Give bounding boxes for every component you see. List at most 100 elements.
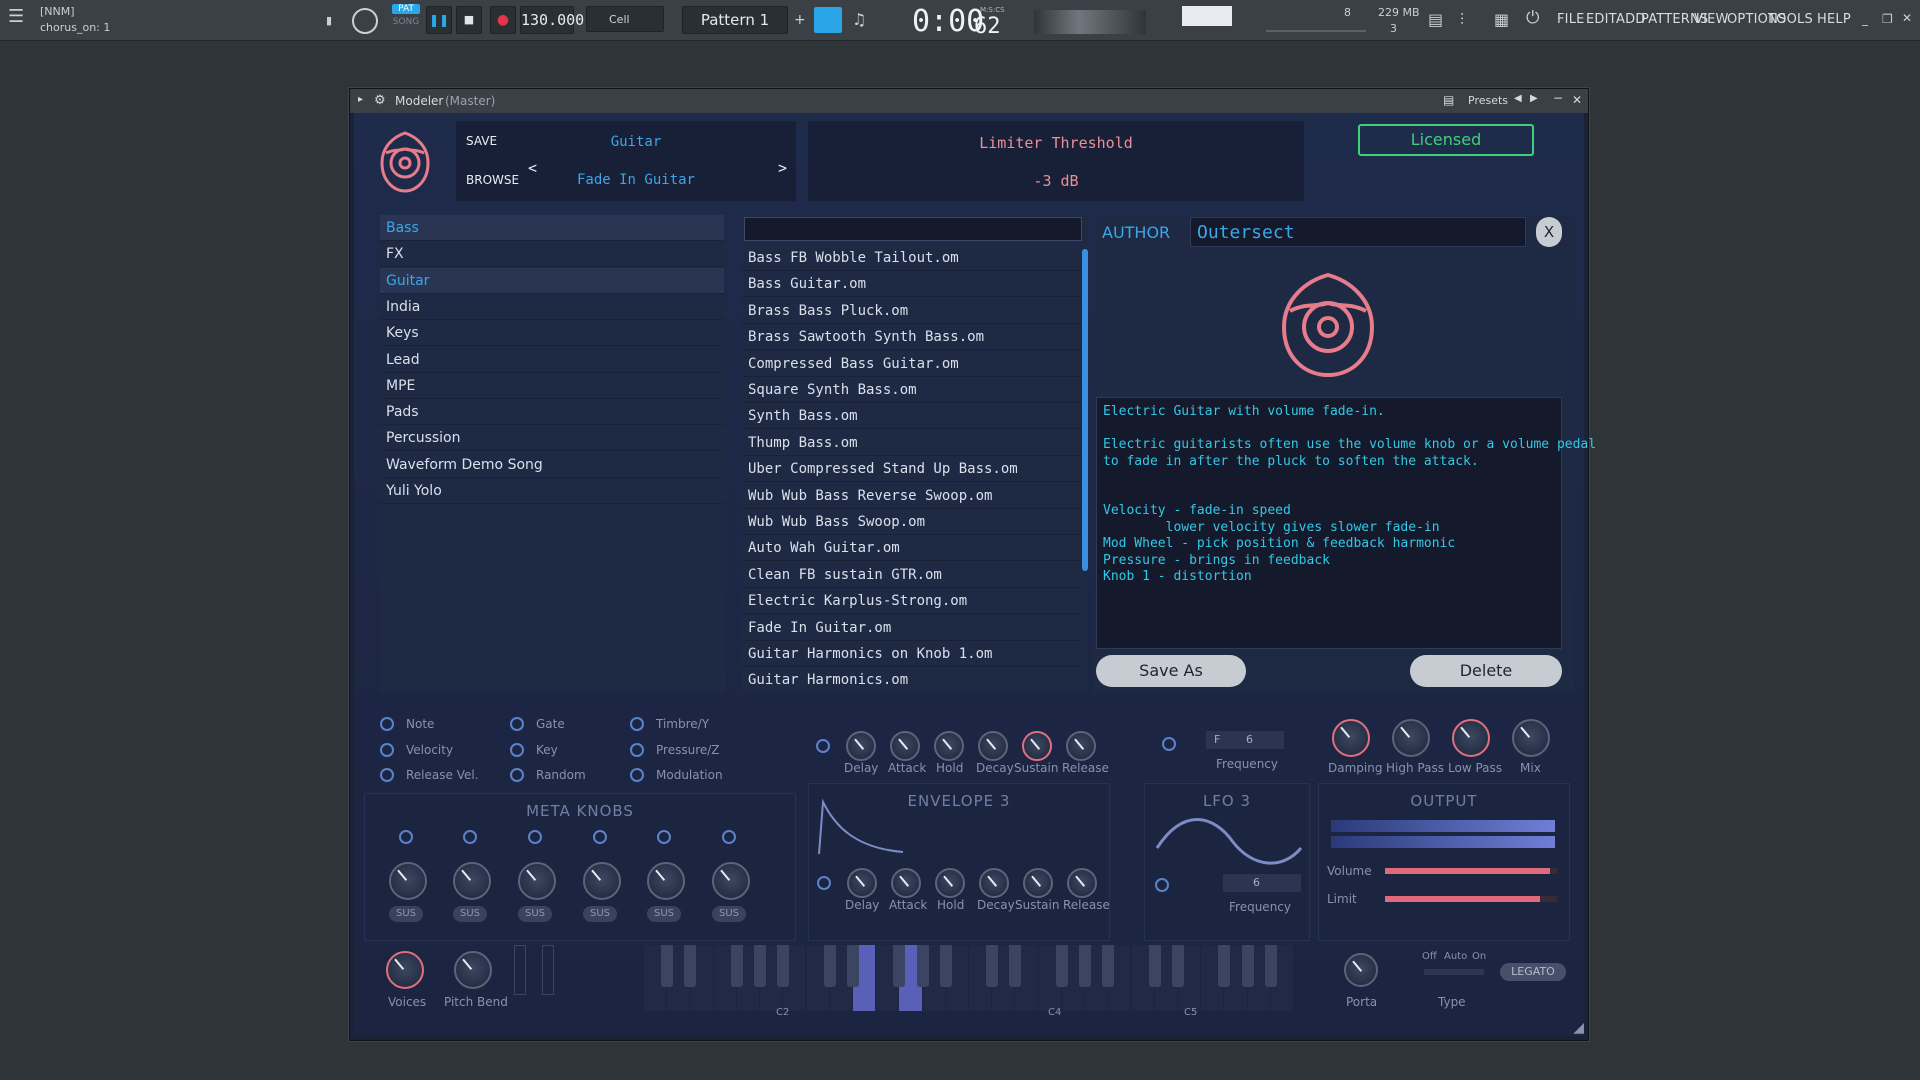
sus-button[interactable]: SUS: [583, 906, 617, 922]
env-release-knob[interactable]: [1066, 731, 1096, 761]
low-pass-knob[interactable]: [1452, 719, 1490, 757]
file-item[interactable]: Compressed Bass Guitar.om: [742, 351, 1082, 377]
file-item[interactable]: Square Synth Bass.om: [742, 377, 1082, 403]
pause-button[interactable]: ❚❚: [426, 6, 452, 34]
pitch-bend-knob[interactable]: [454, 951, 492, 989]
loop-icon[interactable]: [352, 8, 378, 34]
env-decay-knob[interactable]: [978, 731, 1008, 761]
power-icon[interactable]: ⏻: [1526, 8, 1539, 28]
playlist-icon[interactable]: ▤: [1428, 10, 1443, 29]
velocity-port[interactable]: [380, 743, 394, 757]
metronome-icon[interactable]: ▮: [326, 14, 332, 27]
pitch-wheel[interactable]: [514, 945, 526, 995]
black-key[interactable]: [684, 945, 697, 987]
limit-slider[interactable]: [1385, 896, 1557, 902]
menu-help[interactable]: HELP: [1817, 12, 1851, 27]
gate-port[interactable]: [510, 717, 524, 731]
lfo-2-rate[interactable]: F6: [1206, 731, 1284, 749]
black-key[interactable]: [893, 945, 906, 987]
black-key[interactable]: [823, 945, 836, 987]
black-key[interactable]: [1171, 945, 1184, 987]
black-key[interactable]: [1102, 945, 1115, 987]
category-item[interactable]: Yuli Yolo: [380, 478, 724, 504]
category-item[interactable]: India: [380, 294, 724, 320]
black-key[interactable]: [1055, 945, 1068, 987]
timbre-port[interactable]: [630, 717, 644, 731]
env-delay-knob[interactable]: [846, 731, 876, 761]
category-item[interactable]: Waveform Demo Song: [380, 452, 724, 478]
view-mode-icon[interactable]: [814, 7, 842, 33]
category-item[interactable]: Keys: [380, 320, 724, 347]
black-key[interactable]: [661, 945, 674, 987]
black-key[interactable]: [916, 945, 929, 987]
file-item[interactable]: Bass Guitar.om: [742, 271, 1082, 298]
high-pass-knob[interactable]: [1392, 719, 1430, 757]
file-item[interactable]: Clean FB sustain GTR.om: [742, 562, 1082, 588]
category-item[interactable]: Bass: [380, 215, 724, 241]
snap-select[interactable]: Cell: [586, 6, 664, 32]
preset-description[interactable]: Electric Guitar with volume fade-in. Elec…: [1096, 397, 1596, 649]
meta-knob-2[interactable]: [453, 862, 491, 900]
meta-knob-port[interactable]: [463, 830, 477, 844]
meta-knob-port[interactable]: [657, 830, 671, 844]
sus-button[interactable]: SUS: [453, 906, 487, 922]
category-item[interactable]: Lead: [380, 347, 724, 373]
maximize-icon[interactable]: ❐: [1882, 12, 1893, 26]
file-item[interactable]: Synth Bass.om: [742, 403, 1082, 430]
meta-knob-port[interactable]: [528, 830, 542, 844]
envelope-port[interactable]: [816, 739, 830, 753]
lfo-2-port[interactable]: [1162, 737, 1176, 751]
file-item[interactable]: Wub Wub Bass Swoop.om: [742, 509, 1082, 535]
env3-hold-knob[interactable]: [935, 868, 965, 898]
menu-view[interactable]: VIEW: [1694, 12, 1729, 27]
key-port[interactable]: [510, 743, 524, 757]
file-item[interactable]: Fade In Guitar.om: [742, 615, 1082, 641]
pressure-port[interactable]: [630, 743, 644, 757]
category-item[interactable]: Pads: [380, 399, 724, 426]
menu-toggle-icon[interactable]: ☰: [8, 6, 24, 27]
black-key[interactable]: [1241, 945, 1254, 987]
random-port[interactable]: [510, 768, 524, 782]
licensed-badge[interactable]: Licensed: [1358, 124, 1534, 156]
meta-knob-port[interactable]: [399, 830, 413, 844]
black-key[interactable]: [730, 945, 743, 987]
category-item[interactable]: FX: [380, 241, 724, 268]
bell-icon[interactable]: ♫: [852, 10, 866, 29]
black-key[interactable]: [939, 945, 952, 987]
category-item[interactable]: MPE: [380, 373, 724, 399]
pattern-select[interactable]: Pattern 1: [682, 6, 788, 34]
tempo-display[interactable]: 130.000: [520, 6, 584, 34]
plugin-menu-icon[interactable]: ▤: [1443, 93, 1454, 107]
add-pattern-icon[interactable]: +: [794, 12, 806, 28]
meta-knob-port[interactable]: [593, 830, 607, 844]
env3-attack-knob[interactable]: [891, 868, 921, 898]
pat-song-toggle[interactable]: PAT SONG: [392, 4, 420, 34]
note-port[interactable]: [380, 717, 394, 731]
preset-next-button[interactable]: >: [778, 159, 787, 177]
sus-button[interactable]: SUS: [389, 906, 423, 922]
file-item[interactable]: Auto Wah Guitar.om: [742, 535, 1082, 562]
voices-knob[interactable]: [386, 951, 424, 989]
env3-release-knob[interactable]: [1067, 868, 1097, 898]
window-minimize-icon[interactable]: −: [1553, 91, 1563, 105]
presets-label[interactable]: Presets: [1468, 94, 1508, 107]
settings-gear-icon[interactable]: ⚙: [374, 93, 386, 108]
porta-knob[interactable]: [1344, 953, 1378, 987]
file-item[interactable]: Wub Wub Bass Reverse Swoop.om: [742, 483, 1082, 509]
save-button[interactable]: SAVE: [466, 134, 497, 148]
window-close-icon[interactable]: ✕: [1572, 93, 1582, 107]
channel-rack-icon[interactable]: ▦: [1494, 10, 1509, 29]
minimize-icon[interactable]: _: [1862, 12, 1868, 26]
sus-button[interactable]: SUS: [712, 906, 746, 922]
legato-button[interactable]: LEGATO: [1500, 963, 1566, 981]
collapse-arrow-icon[interactable]: ▸: [358, 94, 363, 105]
record-button[interactable]: ●: [490, 6, 516, 34]
close-app-icon[interactable]: ✕: [1902, 11, 1912, 25]
porta-type-switch[interactable]: [1424, 969, 1484, 975]
file-item[interactable]: Bass FB Wobble Tailout.om: [742, 245, 1082, 271]
modulation-port[interactable]: [630, 768, 644, 782]
black-key[interactable]: [777, 945, 790, 987]
black-key[interactable]: [1264, 945, 1277, 987]
env-attack-knob[interactable]: [890, 731, 920, 761]
stop-button[interactable]: ■: [456, 6, 482, 34]
